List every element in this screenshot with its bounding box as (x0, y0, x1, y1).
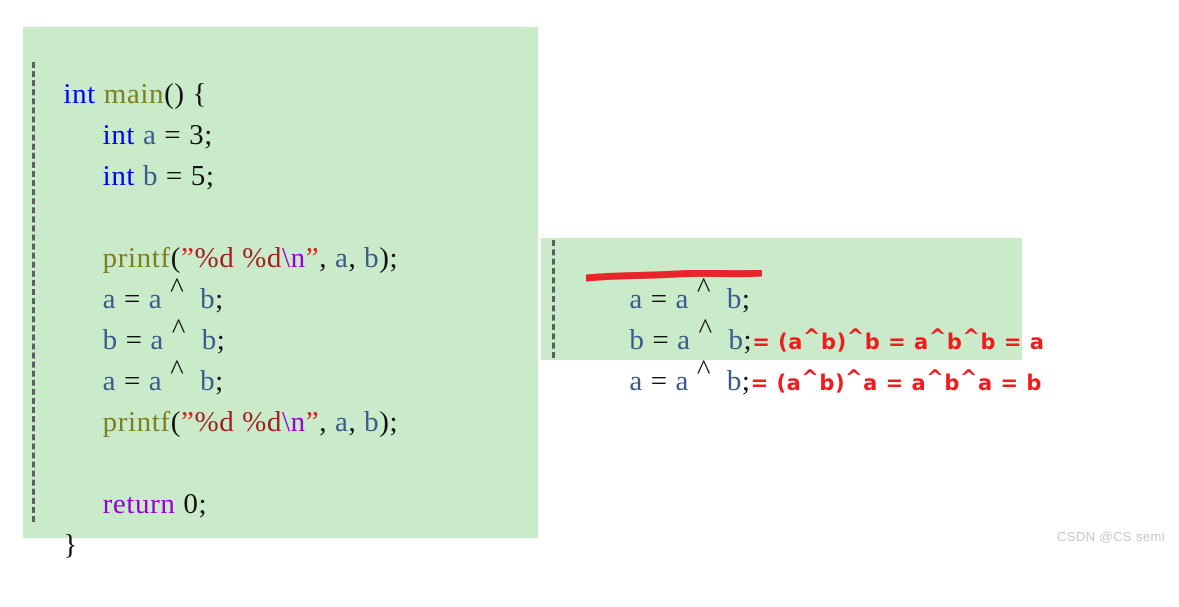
note-seg: b) (819, 371, 846, 395)
note-seg: (a (776, 371, 802, 395)
code-line-6: a = a ^ b; (23, 238, 538, 315)
token-var-a2: a (675, 365, 690, 397)
xor-caret-icon: ^ (801, 366, 820, 390)
code-line-2: int a = 3; (23, 74, 538, 151)
xor-caret-icon: ^ (926, 366, 945, 390)
xor-caret-icon: ^ (696, 354, 712, 386)
token-var-a: a (629, 365, 643, 397)
watermark: CSDN @CS semi (1057, 529, 1165, 544)
note-seg: = (750, 371, 777, 395)
annotation-note-3: = (a^b)^a = a^b^a = b (750, 366, 1042, 395)
annotation-block: a = a ^ b; b = a ^ b;= (a^b)^b = a^b^b =… (541, 238, 1044, 397)
note-seg: a (863, 371, 878, 395)
note-seg: b (1026, 371, 1042, 395)
note-seg: a (911, 371, 927, 395)
xor-caret-icon: ^ (959, 366, 978, 390)
token-var-b: b (726, 365, 742, 397)
code-line-3: int b = 5; (23, 115, 538, 192)
code-line-12: } (23, 484, 538, 561)
token-assign: = (642, 365, 676, 397)
note-seg: = (877, 371, 912, 395)
annotation-line-3: a = a ^ b;= (a^b)^a = a^b^a = b (541, 320, 1041, 397)
code-line-11: return 0; (23, 443, 538, 520)
code-block-main: int main() { int a = 3; int b = 5; print… (23, 27, 538, 561)
code-line-8: a = a ^ b; (23, 320, 538, 397)
code-line-1: int main() { (23, 33, 538, 110)
code-line-9: printf(”%d %d\n”, a, b); (23, 361, 538, 438)
annotation-line-1: a = a ^ b; (541, 238, 1022, 315)
code-line-4-blank (23, 156, 538, 197)
note-seg: a (1029, 330, 1045, 354)
code-line-5: printf(”%d %d\n”, a, b); (23, 197, 538, 274)
annotation-line-2: b = a ^ b;= (a^b)^b = a^b^b = a (541, 279, 1044, 356)
note-seg: b (944, 371, 960, 395)
token-close-brace: } (63, 529, 78, 561)
code-line-7: b = a ^ b; (23, 279, 538, 356)
xor-caret-icon: ^ (845, 366, 864, 390)
note-seg: = (992, 371, 1027, 395)
note-seg: a (977, 371, 993, 395)
token-semicolon: ; (741, 365, 751, 397)
code-line-10-blank (23, 402, 538, 443)
